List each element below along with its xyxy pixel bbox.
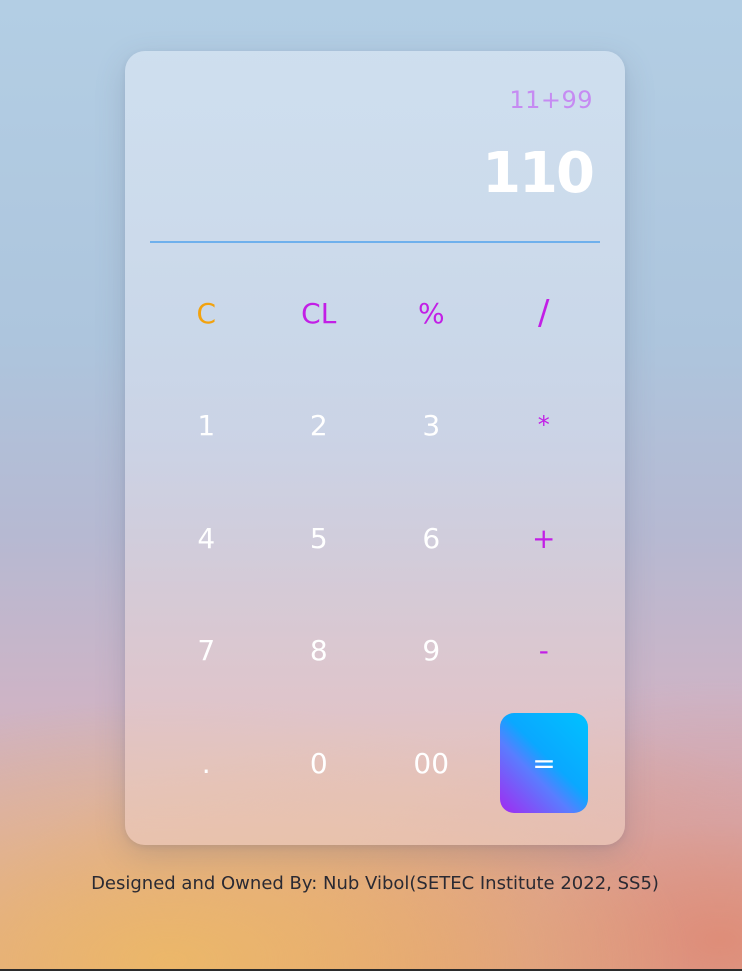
digit-6-button[interactable]: 6 xyxy=(375,482,488,594)
plus-button[interactable]: + xyxy=(488,482,601,594)
digit-2-button[interactable]: 2 xyxy=(263,369,376,481)
digit-5-button[interactable]: 5 xyxy=(263,482,376,594)
clear-button[interactable]: C xyxy=(150,257,263,369)
digit-8-button[interactable]: 8 xyxy=(263,594,376,706)
digit-0-button[interactable]: 0 xyxy=(263,707,376,819)
expression-display: 11+99 xyxy=(509,86,593,114)
decimal-button[interactable]: . xyxy=(150,707,263,819)
divide-button[interactable]: / xyxy=(488,257,601,369)
digit-9-button[interactable]: 9 xyxy=(375,594,488,706)
digit-3-button[interactable]: 3 xyxy=(375,369,488,481)
display-divider xyxy=(150,241,600,243)
calculator-panel: 11+99 110 C CL % / 1 2 3 * 4 5 6 + 7 8 9… xyxy=(125,51,625,845)
multiply-button[interactable]: * xyxy=(488,369,601,481)
digit-7-button[interactable]: 7 xyxy=(150,594,263,706)
result-display: 110 xyxy=(482,141,595,206)
keypad: C CL % / 1 2 3 * 4 5 6 + 7 8 9 - . 0 00 … xyxy=(150,257,600,819)
footer-credit: Designed and Owned By: Nub Vibol(SETEC I… xyxy=(91,873,659,894)
digit-1-button[interactable]: 1 xyxy=(150,369,263,481)
minus-button[interactable]: - xyxy=(488,594,601,706)
equals-button[interactable]: = xyxy=(500,713,588,813)
digit-4-button[interactable]: 4 xyxy=(150,482,263,594)
clear-last-button[interactable]: CL xyxy=(263,257,376,369)
percent-button[interactable]: % xyxy=(375,257,488,369)
double-zero-button[interactable]: 00 xyxy=(375,707,488,819)
